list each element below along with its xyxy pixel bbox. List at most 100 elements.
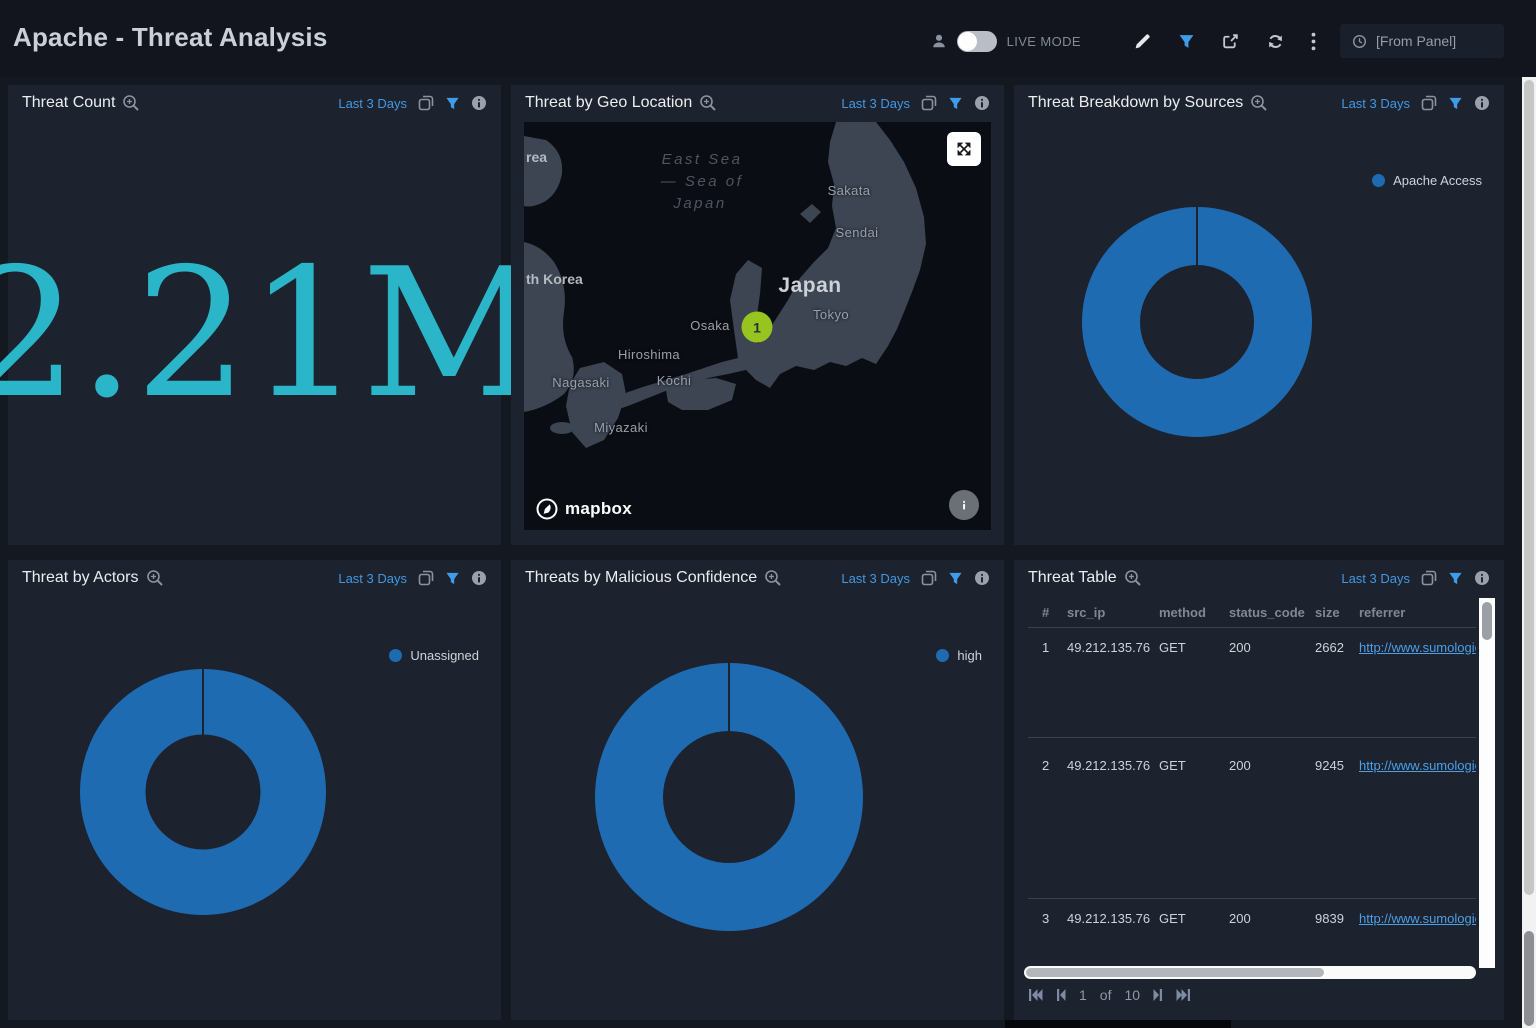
page-title: Apache - Threat Analysis (13, 22, 328, 53)
panel-filter-icon[interactable] (1448, 96, 1463, 111)
table-vertical-scrollbar[interactable] (1479, 598, 1495, 968)
panel-info-icon[interactable] (1474, 570, 1490, 586)
info-icon (957, 498, 971, 512)
donut-chart-actors[interactable] (80, 669, 326, 915)
donut-hole (1140, 265, 1254, 379)
zoom-in-icon[interactable] (699, 94, 717, 112)
scrollbar-thumb[interactable] (1524, 80, 1534, 895)
header-controls: LIVE MODE (931, 24, 1504, 58)
panel-filter-icon[interactable] (948, 96, 963, 111)
legend-label: Apache Access (1393, 173, 1482, 188)
table-row[interactable]: 3 49.212.135.76 GET 200 9839 http://www.… (1028, 898, 1476, 964)
column-header[interactable]: # (1042, 605, 1067, 620)
cell-size: 2662 (1315, 640, 1359, 655)
filter-icon[interactable] (1178, 33, 1195, 50)
map-cluster-marker[interactable]: 1 (742, 312, 773, 343)
table-row[interactable]: 1 49.212.135.76 GET 200 2662 http://www.… (1028, 628, 1476, 737)
first-page-button[interactable] (1028, 988, 1043, 1002)
copy-panel-icon[interactable] (1421, 570, 1437, 586)
panel-time-range[interactable]: Last 3 Days (1341, 571, 1410, 586)
legend-item[interactable]: high (936, 648, 982, 663)
column-header[interactable]: status_code (1229, 605, 1315, 620)
donut-hole (663, 731, 795, 863)
panel-time-range[interactable]: Last 3 Days (841, 571, 910, 586)
referrer-link[interactable]: http://www.sumologic. (1359, 640, 1476, 655)
panel-header: Threat Breakdown by Sources Last 3 Days (1014, 85, 1504, 121)
panel-filter-icon[interactable] (445, 96, 460, 111)
cell-status-code: 200 (1229, 911, 1315, 926)
cell-src-ip: 49.212.135.76 (1067, 911, 1159, 926)
panel-header: Threat Count Last 3 Days (8, 85, 501, 121)
table-row[interactable]: 2 49.212.135.76 GET 200 9245 http://www.… (1028, 737, 1476, 898)
geo-map[interactable]: East Sea — Sea of Japan rea th Korea Jap… (524, 122, 991, 530)
panel-title: Threat Table (1028, 569, 1117, 587)
panel-filter-icon[interactable] (1448, 571, 1463, 586)
legend-item[interactable]: Unassigned (389, 648, 479, 663)
zoom-in-icon[interactable] (1250, 94, 1268, 112)
table-horizontal-scrollbar[interactable] (1024, 966, 1476, 979)
panel-filter-icon[interactable] (445, 571, 460, 586)
last-page-button[interactable] (1176, 988, 1191, 1002)
panel-info-icon[interactable] (471, 570, 487, 586)
panel-title: Threat Count (22, 94, 115, 112)
column-header[interactable]: referrer (1359, 605, 1476, 620)
panel-filter-icon[interactable] (948, 571, 963, 586)
panel-info-icon[interactable] (974, 570, 990, 586)
map-info-button[interactable] (949, 490, 979, 520)
referrer-link[interactable]: http://www.sumologic. (1359, 911, 1476, 926)
expand-arrows-icon (954, 139, 974, 159)
dashboard-header: Apache - Threat Analysis LIVE MODE (0, 0, 1536, 77)
copy-panel-icon[interactable] (418, 95, 434, 111)
zoom-in-icon[interactable] (146, 569, 164, 587)
edit-pencil-icon[interactable] (1133, 32, 1152, 51)
copy-panel-icon[interactable] (418, 570, 434, 586)
time-range-selector[interactable]: [From Panel] (1340, 24, 1504, 58)
share-export-icon[interactable] (1221, 32, 1240, 51)
previous-page-button[interactable] (1056, 988, 1066, 1002)
column-header[interactable]: size (1315, 605, 1359, 620)
scrollbar-thumb[interactable] (1482, 602, 1492, 640)
live-mode-toggle[interactable] (957, 31, 997, 52)
legend-swatch (389, 649, 402, 662)
user-icon[interactable] (931, 33, 947, 49)
map-label-osaka: Osaka (690, 318, 730, 333)
column-header[interactable]: method (1159, 605, 1229, 620)
zoom-in-icon[interactable] (764, 569, 782, 587)
donut-chart-sources[interactable] (1082, 207, 1312, 437)
legend-item[interactable]: Apache Access (1372, 173, 1482, 188)
table-scroll-area[interactable]: # src_ip method status_code size referre… (1028, 598, 1476, 966)
panel-info-icon[interactable] (471, 95, 487, 111)
panel-info-icon[interactable] (974, 95, 990, 111)
kebab-menu-icon[interactable] (1311, 32, 1316, 51)
scrollbar-end-segment (1524, 931, 1534, 1026)
column-header[interactable]: src_ip (1067, 605, 1159, 620)
copy-panel-icon[interactable] (921, 570, 937, 586)
mapbox-attribution[interactable]: mapbox (536, 498, 632, 520)
panel-time-range[interactable]: Last 3 Days (338, 96, 407, 111)
map-label-sea-3: Japan (672, 195, 726, 212)
panel-time-range[interactable]: Last 3 Days (338, 571, 407, 586)
panel-time-range[interactable]: Last 3 Days (1341, 96, 1410, 111)
cell-method: GET (1159, 911, 1229, 926)
panel-info-icon[interactable] (1474, 95, 1490, 111)
bottom-scroll-strip (1005, 1020, 1231, 1028)
referrer-link[interactable]: http://www.sumologic. (1359, 758, 1476, 773)
donut-slice-divider (728, 663, 730, 731)
cell-method: GET (1159, 758, 1229, 773)
page-vertical-scrollbar[interactable] (1522, 77, 1536, 1028)
panel-header: Threat by Geo Location Last 3 Days (511, 85, 1004, 121)
current-page[interactable]: 1 (1079, 987, 1087, 1003)
map-fullscreen-button[interactable] (947, 132, 981, 166)
refresh-icon[interactable] (1266, 32, 1285, 51)
zoom-in-icon[interactable] (122, 94, 140, 112)
donut-chart-confidence[interactable] (595, 663, 863, 931)
cell-index: 1 (1042, 640, 1067, 655)
next-page-button[interactable] (1153, 988, 1163, 1002)
panel-time-range[interactable]: Last 3 Days (841, 96, 910, 111)
zoom-in-icon[interactable] (1124, 569, 1142, 587)
panel-threat-geo-location: Threat by Geo Location Last 3 Days (511, 85, 1004, 545)
dashboard: Apache - Threat Analysis LIVE MODE (0, 0, 1536, 1028)
copy-panel-icon[interactable] (921, 95, 937, 111)
scrollbar-thumb[interactable] (1026, 968, 1324, 977)
copy-panel-icon[interactable] (1421, 95, 1437, 111)
